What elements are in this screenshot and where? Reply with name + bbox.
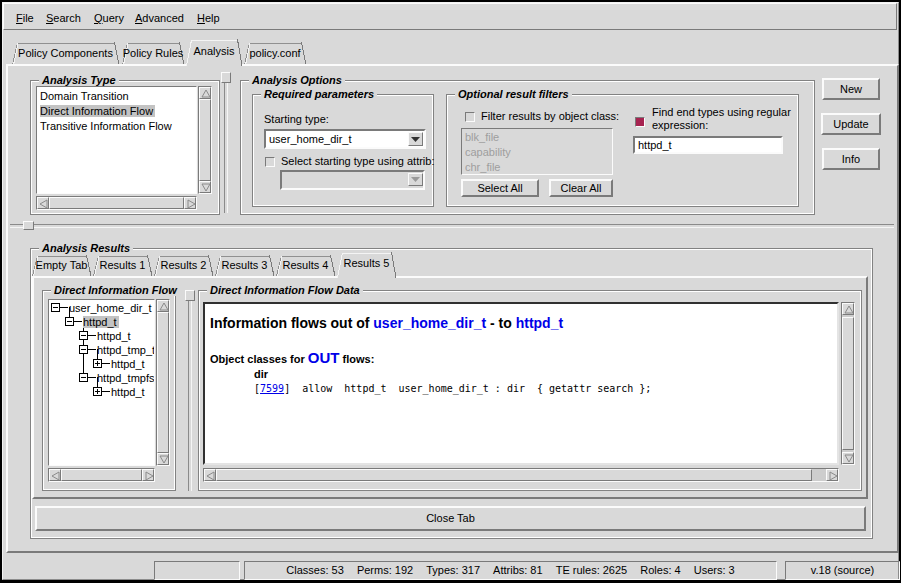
starting-type-label: Starting type:	[264, 113, 329, 125]
update-button[interactable]: Update	[821, 113, 881, 135]
results-sash-handle[interactable]	[185, 290, 195, 301]
flow-data-hscrollbar[interactable]	[203, 468, 839, 482]
regex-checkbox[interactable]	[635, 117, 645, 127]
tab-results-4[interactable]: Results 4	[276, 255, 335, 276]
menu-search[interactable]: Search	[46, 12, 81, 24]
list-item[interactable]: Direct Information Flow	[40, 104, 196, 119]
status-box-stats: Classes: 53 Perms: 192 Types: 317 Attrib…	[244, 561, 777, 580]
flow-heading: Information flows out of user_home_dir_t…	[210, 315, 563, 331]
regex-checkbox-label: Find end types using regular expression:	[652, 106, 791, 132]
menu-file[interactable]: File	[16, 12, 34, 24]
attrib-combobox	[280, 170, 425, 190]
tab-policy-conf[interactable]: policy.conf	[244, 42, 306, 65]
flow-tree-vscrollbar[interactable]	[156, 299, 170, 466]
list-item: capability	[465, 145, 612, 160]
flow-data-vscrollbar[interactable]	[841, 302, 855, 465]
tab-empty-tab[interactable]: Empty Tab	[32, 255, 91, 276]
stat-roles: Roles: 4	[640, 564, 680, 576]
filter-object-class-checkbox[interactable]	[465, 112, 475, 122]
apol-window: File Search Query Advanced Help Policy C…	[0, 0, 901, 583]
tab-analysis[interactable]: Analysis	[186, 39, 242, 66]
object-class-name: dir	[254, 368, 268, 380]
analysis-results-title: Analysis Results	[39, 242, 133, 254]
required-parameters-frame: Required parameters	[252, 94, 434, 207]
tab-policy-rules[interactable]: Policy Rules	[122, 42, 184, 65]
attrib-checkbox[interactable]	[265, 157, 275, 167]
tree-node[interactable]: httpd_tmpfs_t	[97, 372, 155, 384]
analysis-type-title: Analysis Type	[39, 74, 119, 86]
clear-all-button[interactable]: Clear All	[549, 179, 613, 197]
flow-tree[interactable]: user_home_dir_t httpd_t httpd_t httpd_tm…	[48, 299, 155, 466]
object-class-listbox: blk_file capability chr_file	[461, 128, 613, 175]
tree-expand-box[interactable]	[79, 345, 88, 354]
analysis-options-title: Analysis Options	[249, 74, 345, 86]
tree-node[interactable]: httpd_t	[97, 330, 131, 342]
tree-node[interactable]: httpd_t	[111, 358, 145, 370]
tree-expand-box[interactable]	[65, 317, 74, 326]
regex-entry[interactable]: httpd_t	[633, 136, 783, 154]
tree-expand-box[interactable]	[79, 331, 88, 340]
flow-data-text[interactable]: Information flows out of user_home_dir_t…	[203, 302, 839, 465]
menu-query[interactable]: Query	[94, 12, 124, 24]
tree-expand-box[interactable]	[93, 387, 102, 396]
list-item[interactable]: Domain Transition	[40, 89, 196, 104]
stat-te-rules: TE rules: 2625	[556, 564, 628, 576]
tree-node[interactable]: httpd_tmp_t	[97, 344, 155, 356]
rule-line: [7599] allow httpd_t user_home_dir_t : d…	[254, 383, 651, 394]
tab-policy-components[interactable]: Policy Components	[12, 42, 119, 65]
flow-tree-hscrollbar[interactable]	[48, 468, 155, 482]
tree-expand-box[interactable]	[51, 303, 60, 312]
results-sash-line[interactable]	[188, 301, 192, 491]
tree-node[interactable]: user_home_dir_t	[69, 302, 152, 314]
filter-object-class-label: Filter results by object class:	[481, 110, 619, 122]
flow-data-title: Direct Information Flow Data	[207, 284, 363, 296]
info-button[interactable]: Info	[822, 148, 880, 170]
tree-node[interactable]: httpd_t	[111, 386, 145, 398]
stat-classes: Classes: 53	[286, 564, 343, 576]
tab-results-3[interactable]: Results 3	[215, 255, 274, 276]
menu-advanced[interactable]: Advanced	[135, 12, 184, 24]
tree-expand-box[interactable]	[93, 359, 102, 368]
menu-help[interactable]: Help	[197, 12, 220, 24]
new-button[interactable]: New	[822, 78, 880, 100]
flow-tree-title: Direct Information Flow T	[51, 284, 178, 296]
hpane-sash-line[interactable]	[10, 224, 894, 228]
stat-perms: Perms: 192	[357, 564, 413, 576]
hpane-sash-handle[interactable]	[23, 221, 34, 230]
status-box-version: v.18 (source)	[785, 561, 900, 580]
optional-filters-title: Optional result filters	[455, 88, 572, 100]
pane-sash-handle[interactable]	[221, 72, 231, 83]
required-parameters-title: Required parameters	[261, 88, 377, 100]
analysis-type-hscrollbar[interactable]	[36, 196, 197, 210]
flow-subheading: Object classes for OUT flows:	[210, 349, 374, 366]
menu-bar: File Search Query Advanced Help	[3, 3, 897, 30]
analysis-type-listbox[interactable]: Domain Transition Direct Information Flo…	[36, 86, 197, 194]
list-item[interactable]: Transitive Information Flow	[40, 119, 196, 134]
tab-results-1[interactable]: Results 1	[93, 255, 152, 276]
select-all-button[interactable]: Select All	[461, 179, 539, 197]
list-item: chr_file	[465, 160, 612, 175]
stat-attribs: Attribs: 81	[493, 564, 543, 576]
close-tab-button[interactable]: Close Tab	[35, 506, 866, 531]
tree-expand-box[interactable]	[79, 373, 88, 382]
stat-types: Types: 317	[426, 564, 480, 576]
analysis-type-vscrollbar[interactable]	[198, 86, 212, 194]
rule-id-link[interactable]: 7599	[260, 383, 284, 394]
starting-type-dropdown-arrow[interactable]	[408, 132, 423, 146]
starting-type-combobox[interactable]: user_home_dir_t	[264, 129, 426, 149]
tab-results-5[interactable]: Results 5	[337, 252, 396, 278]
pane-sash-line[interactable]	[224, 83, 228, 213]
list-item: blk_file	[465, 130, 612, 145]
stat-users: Users: 3	[694, 564, 735, 576]
status-box-empty	[154, 561, 240, 580]
tab-results-2[interactable]: Results 2	[154, 255, 213, 276]
tree-node[interactable]: httpd_t	[83, 316, 119, 328]
attrib-checkbox-label: Select starting type using attrib:	[281, 155, 434, 167]
attrib-dropdown-arrow	[408, 173, 423, 186]
